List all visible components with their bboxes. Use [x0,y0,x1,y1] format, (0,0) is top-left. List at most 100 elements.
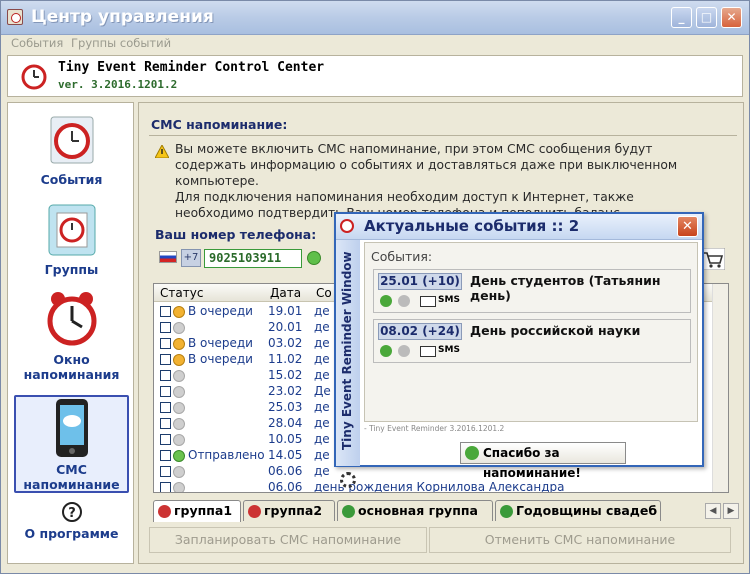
popup-footer: - Tiny Event Reminder 3.2016.1201.2 [364,424,505,433]
tab-label: группа2 [264,503,323,518]
sms-label: SMS [438,345,460,355]
popup-side-label: Tiny Event Reminder Window [340,251,354,450]
row-description: де [314,304,330,318]
sidebar-item-label: Окно напоминания [23,352,120,382]
phone-input[interactable]: 9025103911 [204,249,302,268]
sidebar-item-label: Группы [44,262,99,277]
country-code[interactable]: +7 [181,249,201,267]
table-row[interactable]: 06.06 день рождения Корнилова Александра [154,480,714,492]
info-icon[interactable] [380,295,392,307]
maximize-button[interactable]: □ [696,7,717,28]
alarm-clock-icon [340,219,354,233]
sidebar-item-sms[interactable]: СМС напоминание [14,395,129,493]
row-checkbox[interactable] [160,322,171,333]
main-window: Центр управления _ □ ✕ События Группы со… [0,0,750,574]
minimize-button[interactable]: _ [671,7,692,28]
table-scrollbar[interactable] [712,284,728,492]
popup-title-bar: Актуальные события :: 2 ✕ [336,214,702,240]
window-title: Центр управления [31,7,214,27]
events-label: События: [371,249,433,264]
row-date: 03.02 [268,336,303,350]
tab-scroll-right-button[interactable]: ▶ [723,503,739,519]
row-checkbox[interactable] [160,370,171,381]
thanks-button[interactable]: Спасибо за напоминание! [460,442,626,480]
email-icon[interactable] [420,296,436,307]
row-checkbox[interactable] [160,306,171,317]
group-icon [342,505,355,518]
row-checkbox[interactable] [160,338,171,349]
row-checkbox[interactable] [160,386,171,397]
row-checkbox[interactable] [160,482,171,492]
row-checkbox[interactable] [160,450,171,461]
tab-label: Годовщины свадеб [516,503,658,518]
groups-folder-icon [48,204,95,256]
phone-label: Ваш номер телефона: [155,227,317,242]
reminder-popup: Актуальные события :: 2 ✕ Tiny Event Rem… [334,212,704,488]
menu-events[interactable]: События [11,36,63,50]
info-paragraph: Вы можете включить СМС напоминание, при … [175,142,678,188]
status-icon [398,295,410,307]
info-icon[interactable] [380,345,392,357]
row-date: 28.04 [268,416,303,430]
sidebar-item-groups[interactable]: Группы [14,201,129,281]
tab-anniversaries[interactable]: Годовщины свадеб [495,500,661,521]
row-date: 15.02 [268,368,303,382]
row-date: 19.01 [268,304,303,318]
thanks-label: Спасибо за напоминание! [483,446,581,480]
row-status: В очереди [188,304,253,318]
event-date: 08.02 (+24) [378,323,462,340]
mobile-phone-icon [55,399,88,457]
status-icon [398,345,410,357]
schedule-sms-button[interactable]: Запланировать СМС напоминание [149,527,427,553]
row-date: 20.01 [268,320,303,334]
popup-close-button[interactable]: ✕ [677,216,698,237]
sidebar-item-label: О программе [24,526,119,541]
tab-main-group[interactable]: основная группа [337,500,493,521]
tab-group1[interactable]: группа1 [153,500,241,522]
row-checkbox[interactable] [160,466,171,477]
row-status: В очереди [188,352,253,366]
row-description: де [314,416,330,430]
cart-icon[interactable] [701,248,725,270]
row-description: де [314,336,330,350]
column-header-description[interactable]: Со [316,286,332,300]
gear-icon[interactable] [340,472,356,488]
row-checkbox[interactable] [160,402,171,413]
popup-events-list: События: 25.01 (+10) День студентов (Тат… [364,242,698,422]
sidebar-item-label: События [40,172,103,187]
row-description: де [314,320,330,334]
email-icon[interactable] [420,346,436,357]
row-checkbox[interactable] [160,354,171,365]
phone-verified-icon [307,251,321,265]
status-icon [173,402,185,414]
menu-event-groups[interactable]: Группы событий [71,36,171,50]
event-name: День студентов (Татьянин день) [470,273,661,303]
check-icon [465,446,479,460]
status-icon [173,306,185,318]
status-icon [173,482,185,492]
close-button[interactable]: ✕ [721,7,742,28]
sms-info-text: Вы можете включить СМС напоминание, при … [175,141,715,221]
sms-label: SMS [438,295,460,305]
cancel-sms-button[interactable]: Отменить СМС напоминание [429,527,731,553]
event-date: 25.01 (+10) [378,273,462,290]
column-header-status[interactable]: Статус [160,286,203,300]
svg-text:?: ? [68,506,76,521]
event-item[interactable]: 25.01 (+10) День студентов (Татьянин ден… [373,269,691,313]
row-date: 10.05 [268,432,303,446]
column-header-date[interactable]: Дата [270,286,301,300]
event-item[interactable]: 08.02 (+24) День российской науки SMS [373,319,691,363]
status-icon [173,418,185,430]
row-checkbox[interactable] [160,418,171,429]
title-bar: Центр управления _ □ ✕ [1,1,749,35]
row-description: де [314,448,330,462]
tab-scroll-left-button[interactable]: ◀ [705,503,721,519]
row-status: В очереди [188,336,253,350]
tab-group2[interactable]: группа2 [243,500,335,521]
sidebar-item-about[interactable]: ? О программе [14,501,129,553]
sidebar-item-events[interactable]: События [14,111,129,193]
row-checkbox[interactable] [160,434,171,445]
sidebar-item-reminder-window[interactable]: Окно напоминания [14,289,129,389]
status-icon [173,386,185,398]
row-description: де [314,464,330,478]
